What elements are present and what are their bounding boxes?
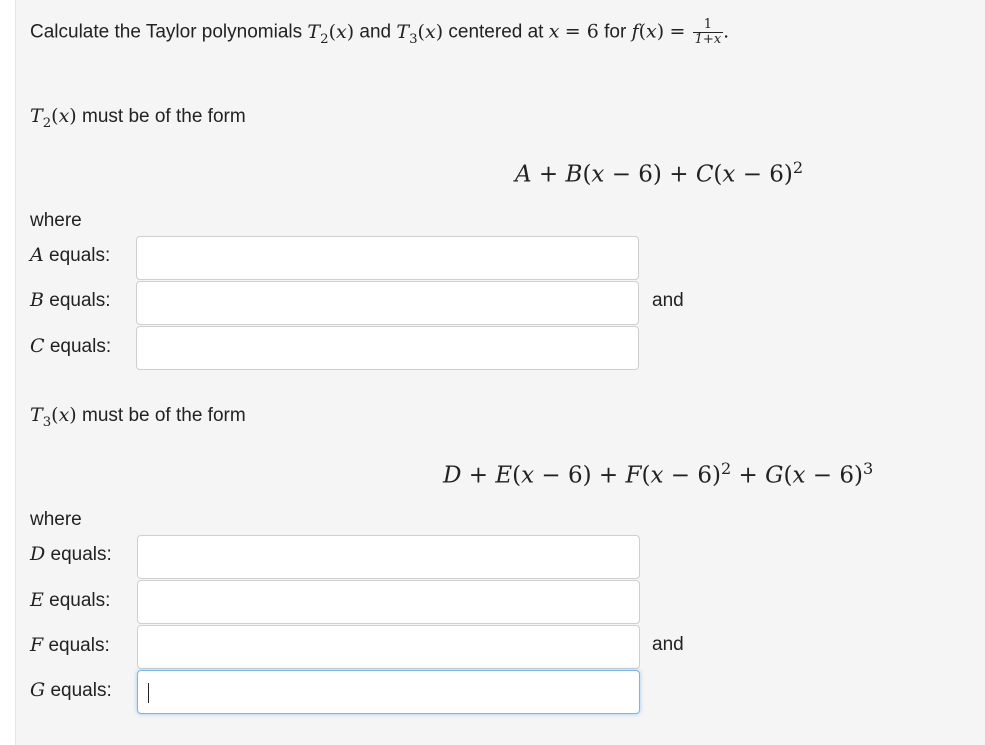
f-answer-input[interactable] [137, 625, 640, 669]
a-label: A equals: [30, 244, 111, 266]
t2-where: where [30, 210, 82, 231]
question-text: Calculate the Taylor polynomials T2(x) a… [30, 17, 730, 47]
b-label: B equals: [30, 289, 111, 311]
t2-form-heading: T2(x) must be of the form [30, 105, 246, 131]
question-lead: Calculate the Taylor polynomials [30, 21, 303, 43]
t3-formula: D + E(x − 6) + F(x − 6)2 + G(x − 6)3 [443, 459, 874, 489]
e-answer-input[interactable] [137, 580, 640, 624]
question-centered-at: centered at [448, 21, 544, 43]
c-answer-input[interactable] [136, 326, 639, 370]
t3-where: where [30, 509, 82, 530]
g-label: G equals: [30, 679, 112, 701]
t2-and-label: and [652, 290, 684, 311]
t2-formula: A + B(x − 6) + C(x − 6)2 [515, 158, 804, 188]
b-answer-input[interactable] [136, 281, 639, 325]
e-label: E equals: [30, 589, 111, 611]
question-and: and [359, 21, 392, 43]
t3-form-heading: T3(x) must be of the form [30, 404, 246, 430]
fraction: 1 1+x [692, 17, 724, 47]
c-label: C equals: [30, 335, 112, 357]
d-answer-input[interactable] [137, 535, 640, 579]
t3-form-text: must be of the form [82, 405, 246, 426]
t3-and-label: and [652, 634, 684, 655]
d-label: D equals: [30, 543, 112, 565]
question-for: for [604, 21, 627, 43]
t2-form-text: must be of the form [82, 106, 246, 127]
g-answer-input[interactable] [137, 670, 640, 714]
a-answer-input[interactable] [136, 236, 639, 280]
f-label: F equals: [30, 634, 110, 656]
text-cursor [148, 683, 149, 703]
